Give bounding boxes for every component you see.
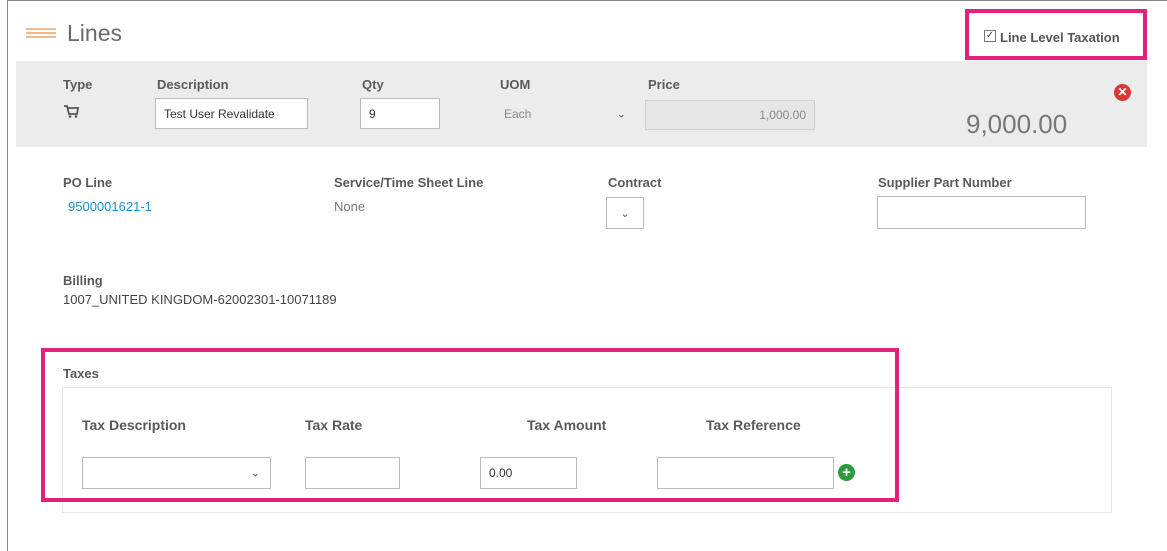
qty-label: Qty (362, 77, 384, 92)
contract-select[interactable]: ⌄ (606, 197, 644, 229)
tax-rate-input[interactable] (305, 457, 400, 489)
price-label: Price (648, 77, 680, 92)
billing-value: 1007_UNITED KINGDOM-62002301-10071189 (63, 292, 337, 307)
tax-rate-header: Tax Rate (305, 417, 363, 433)
line-level-taxation-label[interactable]: Line Level Taxation (1000, 30, 1120, 45)
tax-reference-header: Tax Reference (706, 417, 801, 433)
service-line-value: None (334, 199, 366, 214)
add-tax-icon[interactable]: + (838, 464, 855, 481)
service-line-label: Service/Time Sheet Line (334, 175, 484, 190)
chevron-down-icon: ⌄ (620, 207, 630, 220)
uom-label: UOM (500, 77, 531, 92)
tax-amount-input[interactable]: 0.00 (480, 457, 577, 489)
qty-input[interactable]: 9 (360, 98, 440, 129)
chevron-down-icon: ⌄ (250, 467, 260, 480)
uom-value: Each (504, 106, 532, 121)
po-line-label: PO Line (63, 175, 113, 190)
uom-select: Each ⌄ (496, 98, 636, 129)
tax-description-select[interactable]: ⌄ (82, 457, 271, 489)
lines-section-icon (26, 28, 56, 41)
billing-label: Billing (63, 273, 103, 288)
cart-icon (64, 105, 79, 118)
supplier-part-input[interactable] (877, 196, 1086, 229)
po-line-link[interactable]: 9500001621-1 (68, 199, 152, 214)
price-input: 1,000.00 (645, 100, 815, 130)
tax-description-header: Tax Description (82, 417, 186, 433)
line-level-taxation-checkbox[interactable]: ✓ (984, 30, 996, 42)
section-title: Lines (67, 20, 122, 46)
supplier-part-label: Supplier Part Number (878, 175, 1012, 190)
remove-line-icon[interactable]: ✕ (1114, 84, 1131, 101)
tax-amount-header: Tax Amount (527, 417, 607, 433)
type-label: Type (63, 77, 93, 92)
contract-label: Contract (608, 175, 662, 190)
description-label: Description (157, 77, 229, 92)
line-total: 9,000.00 (966, 109, 1068, 139)
tax-reference-input[interactable] (657, 457, 834, 489)
description-input[interactable]: Test User Revalidate (155, 98, 308, 129)
taxes-title: Taxes (63, 366, 99, 381)
chevron-down-icon: ⌄ (616, 108, 626, 120)
